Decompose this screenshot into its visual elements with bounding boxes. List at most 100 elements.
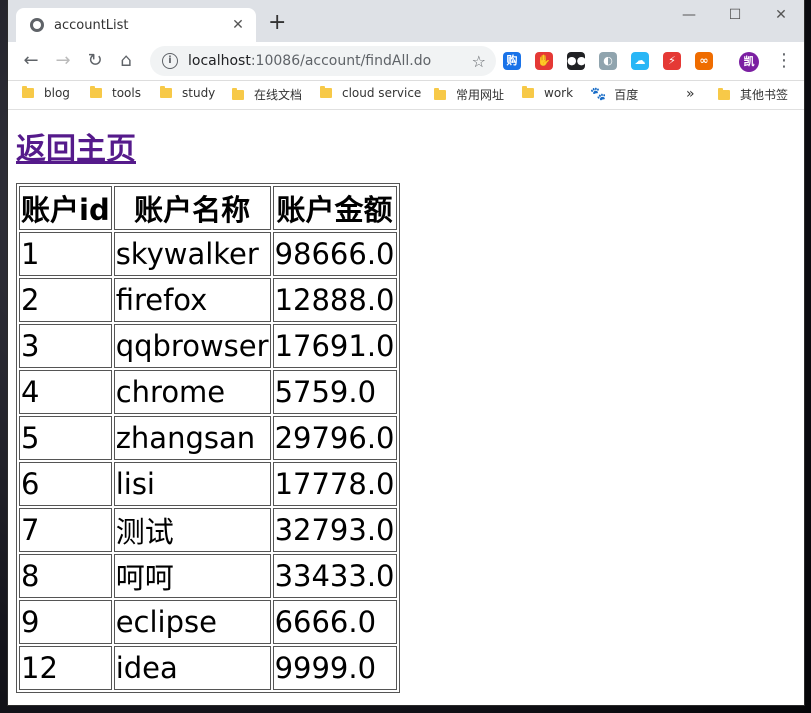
tab-accountlist[interactable]: accountList ✕: [16, 8, 256, 42]
new-tab-button[interactable]: +: [268, 12, 286, 34]
table-row: 3 qqbrowser 17691.0: [19, 324, 397, 368]
cell-name: firefox: [113, 278, 271, 322]
bookmark-label: study: [182, 86, 216, 100]
cell-amount: 29796.0: [272, 416, 397, 460]
extension-sync-icon[interactable]: ◐: [599, 52, 617, 70]
bookmark-label: cloud service: [342, 86, 422, 100]
menu-icon[interactable]: ⋮: [773, 50, 795, 72]
cell-name: 测试: [113, 508, 271, 552]
bookmark-other[interactable]: 其他书签: [718, 86, 788, 103]
cell-amount: 5759.0: [272, 370, 397, 414]
table-row: 8 呵呵 33433.0: [19, 554, 397, 598]
folder-icon: [718, 87, 730, 100]
bookmarks-overflow-icon[interactable]: »: [686, 86, 695, 102]
cell-id: 9: [19, 600, 112, 644]
bookmark-work[interactable]: work: [522, 86, 573, 100]
bookmark-label: 在线文档: [254, 88, 303, 102]
home-link[interactable]: 返回主页: [16, 124, 136, 168]
table-row: 4 chrome 5759.0: [19, 370, 397, 414]
url-host: localhost: [188, 53, 251, 69]
bookmark-label: blog: [44, 86, 70, 100]
extension-flash-icon[interactable]: ⚡: [663, 52, 681, 70]
cell-amount: 9999.0: [272, 646, 397, 690]
table-row: 6 lisi 17778.0: [19, 462, 397, 506]
site-info-icon[interactable]: i: [162, 53, 178, 69]
cell-amount: 33433.0: [272, 554, 397, 598]
profile-avatar[interactable]: 凯: [739, 52, 759, 72]
bookmark-label: 百度: [614, 88, 639, 102]
page-content: 返回主页 账户id 账户名称 账户金额 1 skywalker 98666.0 2 fi…: [8, 110, 804, 705]
cell-amount: 12888.0: [272, 278, 397, 322]
bookmark-label: 常用网址: [456, 88, 505, 102]
tab-close-icon[interactable]: ✕: [228, 17, 248, 33]
bookmark-study[interactable]: study: [160, 86, 215, 100]
cell-name: lisi: [113, 462, 271, 506]
cell-id: 6: [19, 462, 112, 506]
address-url[interactable]: localhost:10086/account/findAll.do: [188, 53, 472, 69]
header-amount: 账户金额: [272, 186, 397, 230]
folder-icon: [90, 86, 102, 98]
bookmark-label: work: [544, 86, 574, 100]
extension-tampermonkey-icon[interactable]: ●●: [567, 52, 586, 70]
bookmark-baidu[interactable]: 🐾 百度: [590, 86, 638, 103]
close-window-button[interactable]: ✕: [758, 0, 804, 30]
home-button[interactable]: ⌂: [115, 50, 137, 72]
table-row: 5 zhangsan 29796.0: [19, 416, 397, 460]
cell-id: 3: [19, 324, 112, 368]
bookmark-star-icon[interactable]: ☆: [472, 52, 486, 71]
cell-id: 7: [19, 508, 112, 552]
extension-adblock-icon[interactable]: ✋: [535, 52, 553, 70]
cell-name: 呵呵: [113, 554, 271, 598]
table-body: 1 skywalker 98666.0 2 firefox 12888.0 3 qqbrows…: [19, 232, 397, 690]
cell-id: 5: [19, 416, 112, 460]
extension-infinity-icon[interactable]: ∞: [695, 52, 713, 70]
bookmark-blog[interactable]: blog: [22, 86, 70, 100]
cell-name: chrome: [113, 370, 271, 414]
folder-icon: [434, 87, 446, 100]
cell-amount: 17778.0: [272, 462, 397, 506]
table-row: 1 skywalker 98666.0: [19, 232, 397, 276]
minimize-button[interactable]: —: [666, 0, 712, 30]
browser-toolbar: ← → ↻ ⌂ i localhost:10086/account/findAl…: [8, 42, 804, 81]
url-path: :10086/account/findAll.do: [250, 53, 432, 69]
header-id: 账户id: [19, 186, 112, 230]
address-bar[interactable]: i localhost:10086/account/findAll.do ☆: [150, 46, 496, 76]
cell-id: 8: [19, 554, 112, 598]
forward-button[interactable]: →: [52, 50, 74, 72]
cell-name: idea: [113, 646, 271, 690]
maximize-button[interactable]: ☐: [712, 0, 758, 30]
folder-icon: [320, 86, 332, 98]
table-row: 2 firefox 12888.0: [19, 278, 397, 322]
cell-name: zhangsan: [113, 416, 271, 460]
browser-window: accountList ✕ + — ☐ ✕ ← → ↻ ⌂ i localhos…: [8, 0, 804, 705]
extension-gouwu-icon[interactable]: 购: [503, 52, 521, 70]
bookmark-online-docs[interactable]: 在线文档: [232, 86, 302, 103]
table-header-row: 账户id 账户名称 账户金额: [19, 186, 397, 230]
table-row: 7 测试 32793.0: [19, 508, 397, 552]
cell-amount: 32793.0: [272, 508, 397, 552]
back-button[interactable]: ←: [20, 50, 42, 72]
bookmark-tools[interactable]: tools: [90, 86, 141, 100]
cell-name: eclipse: [113, 600, 271, 644]
account-table: 账户id 账户名称 账户金额 1 skywalker 98666.0 2 firefox…: [16, 183, 400, 693]
cell-amount: 17691.0: [272, 324, 397, 368]
bookmark-label: 其他书签: [740, 88, 789, 102]
cell-id: 12: [19, 646, 112, 690]
bookmarks-bar: blog tools study 在线文档 cloud service 常用网址…: [8, 81, 804, 110]
bookmark-label: tools: [112, 86, 141, 100]
extension-cloud-icon[interactable]: ☁: [631, 52, 649, 70]
bookmark-cloud-service[interactable]: cloud service: [320, 86, 421, 100]
cell-id: 2: [19, 278, 112, 322]
cell-name: skywalker: [113, 232, 271, 276]
bookmark-common-sites[interactable]: 常用网址: [434, 86, 504, 103]
reload-button[interactable]: ↻: [84, 50, 106, 72]
cell-amount: 6666.0: [272, 600, 397, 644]
cell-amount: 98666.0: [272, 232, 397, 276]
cell-id: 4: [19, 370, 112, 414]
tab-title: accountList: [54, 17, 129, 33]
folder-icon: [232, 87, 244, 100]
tab-strip: accountList ✕ + — ☐ ✕: [8, 0, 804, 42]
baidu-paw-icon: 🐾: [590, 87, 607, 102]
folder-icon: [522, 86, 534, 98]
header-name: 账户名称: [113, 186, 271, 230]
